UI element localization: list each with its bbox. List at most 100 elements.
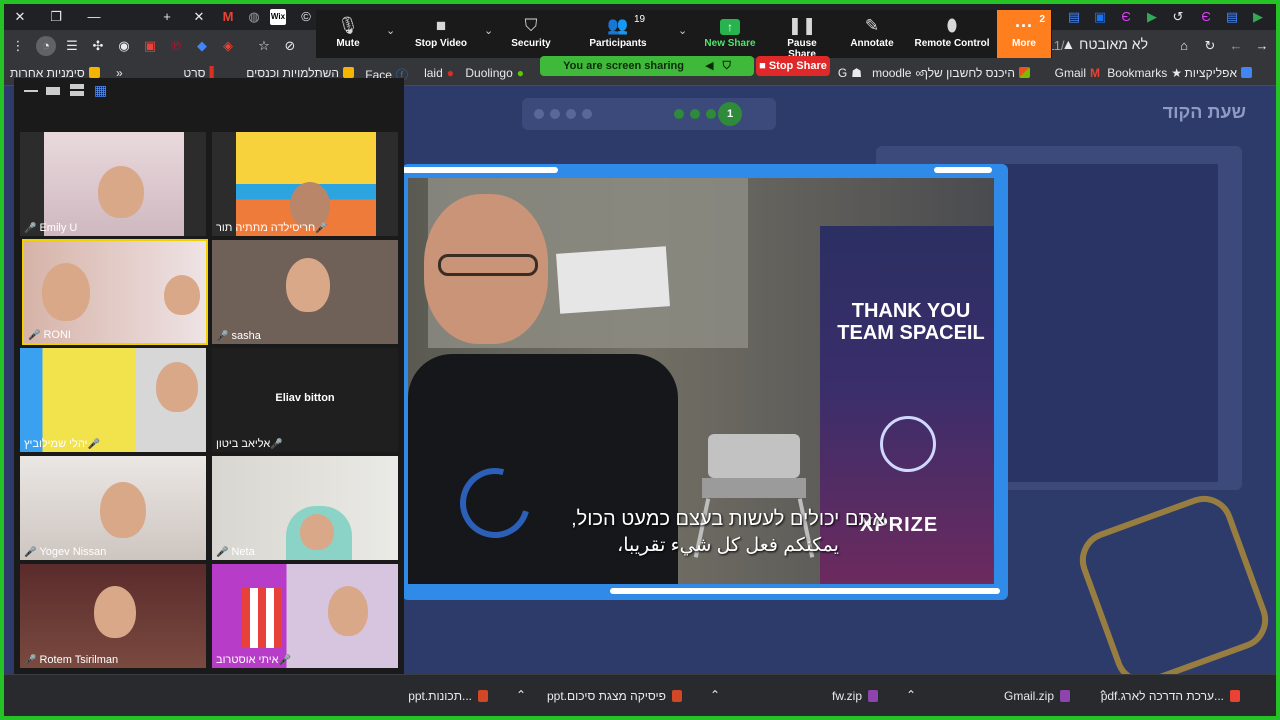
bookmark-item[interactable]: Duolingo ● [465,66,524,80]
more-button[interactable]: ··· More 2 [997,10,1051,58]
rocket-logo-icon [880,416,936,472]
download-options-chevron[interactable]: ⌃ [710,688,720,702]
popcorn-bucket [242,588,282,648]
participant-tile[interactable]: 🎤 Yogev Nissan [20,456,206,560]
play-tab-icon-2[interactable]: ▶ [1248,7,1268,27]
subtitle-hebrew: אתם יכולים לעשות בעצם כמעט הכול, [571,508,885,530]
download-item[interactable]: ...תכונות.ppt [408,689,488,703]
menu-dots-icon[interactable]: ⋮ [8,36,28,56]
poster-title: THANK YOU TEAM SPACEIL [837,300,985,344]
strip-view-icon[interactable] [70,84,84,96]
extension-blue-icon[interactable]: ◆ [192,36,212,56]
bookmark-item[interactable]: Gmail M [1055,66,1100,80]
popcorn-background [212,564,398,668]
download-options-chevron[interactable]: ⌃ [516,688,526,702]
progress-dot [550,109,560,119]
muted-mic-icon: 🎤 [24,223,37,234]
participant-face [100,482,146,538]
remote-control-button[interactable]: ⬮ Remote Control [910,10,994,58]
gmail-icon: M [1090,66,1100,80]
muted-mic-icon: 🎤 [278,655,291,666]
annotate-button[interactable]: ✎ Annotate [844,10,900,58]
pinterest-icon[interactable]: ℗ [166,36,186,56]
participants-options-caret[interactable]: ⌄ [678,24,687,37]
playlist-icon[interactable]: ☰ [62,36,82,56]
bookmark-item[interactable]: אפליקציות [1185,66,1252,80]
visibility-off-icon[interactable]: ⊘ [280,36,300,56]
download-item[interactable]: ...ערכת הדרכה לארג.pdf [1101,689,1240,703]
wix-tab-icon[interactable]: Wix [270,9,286,25]
mute-button[interactable]: 🎙 Mute [316,10,380,58]
home-icon[interactable]: ⌂ [1174,36,1194,56]
bookmark-item[interactable]: היכנס לחשבון שלך [922,66,1030,80]
participant-tile[interactable]: 🎤 Emily U [20,132,206,236]
new-share-button[interactable]: ↑ New Share [698,10,762,58]
reload-icon[interactable]: ↻ [1200,36,1220,56]
profile-avatar[interactable]: ◔ [36,36,56,56]
minimize-icon[interactable]: — [84,7,104,27]
download-item[interactable]: פיסיקה מצגת סיכום.ppt [547,689,682,703]
record-icon[interactable]: ◉ [114,36,134,56]
screen: ✕ ❐ — + ✕ M ◍ Wix © ▤ ▣ Є ▶ ↺ Є ▤ ▶ ⋮ ◔ … [4,4,1276,716]
security-button[interactable]: ⛉ Security [502,10,560,58]
close-tab-icon[interactable]: ✕ [189,7,209,27]
download-item[interactable]: fw.zip [832,689,878,703]
play-tab-icon[interactable]: ▶ [1142,7,1162,27]
gallery-grid-icon[interactable]: ▦ [94,83,108,97]
participant-tile[interactable]: Eliav bitton 🎤אליאב ביטון [212,348,398,452]
screen-sharing-status[interactable]: You are screen sharing ◀ ⛉ [540,56,754,76]
speaker-view-icon[interactable] [46,87,60,95]
video-options-caret[interactable]: ⌄ [484,24,493,37]
extension-red-icon[interactable]: ▣ [140,36,160,56]
pause-icon: ❚❚ [787,16,817,35]
bookmark-item[interactable]: G ☗ [838,66,862,80]
participant-tile[interactable]: 🎤 Rotem Tsirilman [20,564,206,668]
duolingo-icon: ● [516,66,524,80]
pause-share-button[interactable]: ❚❚ Pause Share [772,10,832,60]
share-arrow-icon: ↑ [698,10,762,38]
participant-face [94,586,136,638]
progress-step-number[interactable]: 1 [718,102,742,126]
participant-tile[interactable]: 🎤יהלי שמילוביץ [20,348,206,452]
bookmark-item[interactable]: laid ● [424,66,454,80]
gmail-tab-icon[interactable]: M [218,7,238,27]
docs-tab-icon-2[interactable]: ▤ [1222,7,1242,27]
history-tab-icon[interactable]: ↺ [1168,7,1188,27]
video-player[interactable]: THANK YOU TEAM SPACEIL XPRIZE אתם יכולים… [408,178,994,584]
participant-tile[interactable]: 🎤איתי אוסטרוב [212,564,398,668]
star-bookmark-icon[interactable]: ☆ [254,36,274,56]
participant-display-name: Eliav bitton [275,392,335,404]
participant-tile-active-speaker[interactable]: 🎤 RONI [22,239,208,345]
download-options-chevron[interactable]: ⌃ [906,688,916,702]
back-arrow-icon[interactable]: → [1252,36,1272,56]
restore-window-icon[interactable]: ❐ [46,7,66,27]
download-options-chevron[interactable]: ⌃ [1098,688,1108,702]
mute-options-caret[interactable]: ⌄ [386,24,395,37]
frame-decoration [610,588,1000,594]
minimize-icon[interactable] [24,90,38,92]
c-tab-icon[interactable]: © [296,7,316,27]
zip-file-icon [1060,690,1070,702]
docs-tab-icon[interactable]: ▤ [1064,7,1084,27]
mouse-icon: ⬮ [946,16,958,35]
bookmark-item[interactable]: moodle ∞ [872,66,924,80]
stop-share-button[interactable]: ■ Stop Share [756,56,830,76]
extensions-puzzle-icon[interactable]: ✣ [88,36,108,56]
classroom-tab-icon[interactable]: ▣ [1090,7,1110,27]
globe-tab-icon[interactable]: ◍ [244,7,264,27]
c-purple-tab-icon-2[interactable]: Є [1196,7,1216,27]
c-purple-tab-icon[interactable]: Є [1116,7,1136,27]
download-item[interactable]: Gmail.zip [1004,689,1070,703]
stop-video-button[interactable]: ■ Stop Video [406,10,476,58]
participant-tile[interactable]: 🎤 Neta [212,456,398,560]
muted-mic-icon: 🎤 [315,223,328,234]
bookmark-item[interactable]: Bookmarks ★ [1107,66,1182,80]
address-security-label[interactable]: לא מאובטח ▲ [1061,36,1148,52]
new-tab-button[interactable]: + [157,7,177,27]
extension-badge-icon[interactable]: ◈ [218,36,238,56]
close-icon[interactable]: ✕ [10,7,30,27]
pencil-icon: ✎ [864,16,880,35]
participant-tile[interactable]: 🎤 sasha [212,240,398,344]
forward-arrow-icon[interactable]: ← [1226,36,1246,56]
participant-tile[interactable]: 🎤חריסילדה מתתיה תור [212,132,398,236]
